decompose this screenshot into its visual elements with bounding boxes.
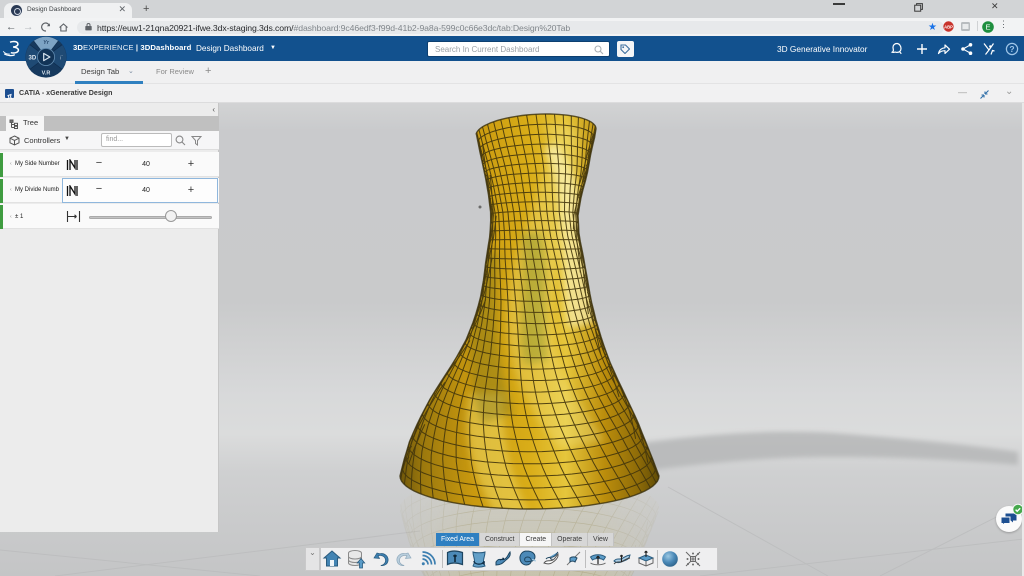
svg-text:V.R: V.R — [42, 71, 51, 77]
svg-text:E: E — [985, 22, 990, 31]
svg-text:ABP: ABP — [944, 24, 953, 29]
svg-text:i´: i´ — [60, 56, 63, 62]
svg-text:3D: 3D — [29, 56, 37, 62]
svg-text:Yr: Yr — [43, 40, 50, 46]
svg-text:?: ? — [1009, 44, 1014, 54]
